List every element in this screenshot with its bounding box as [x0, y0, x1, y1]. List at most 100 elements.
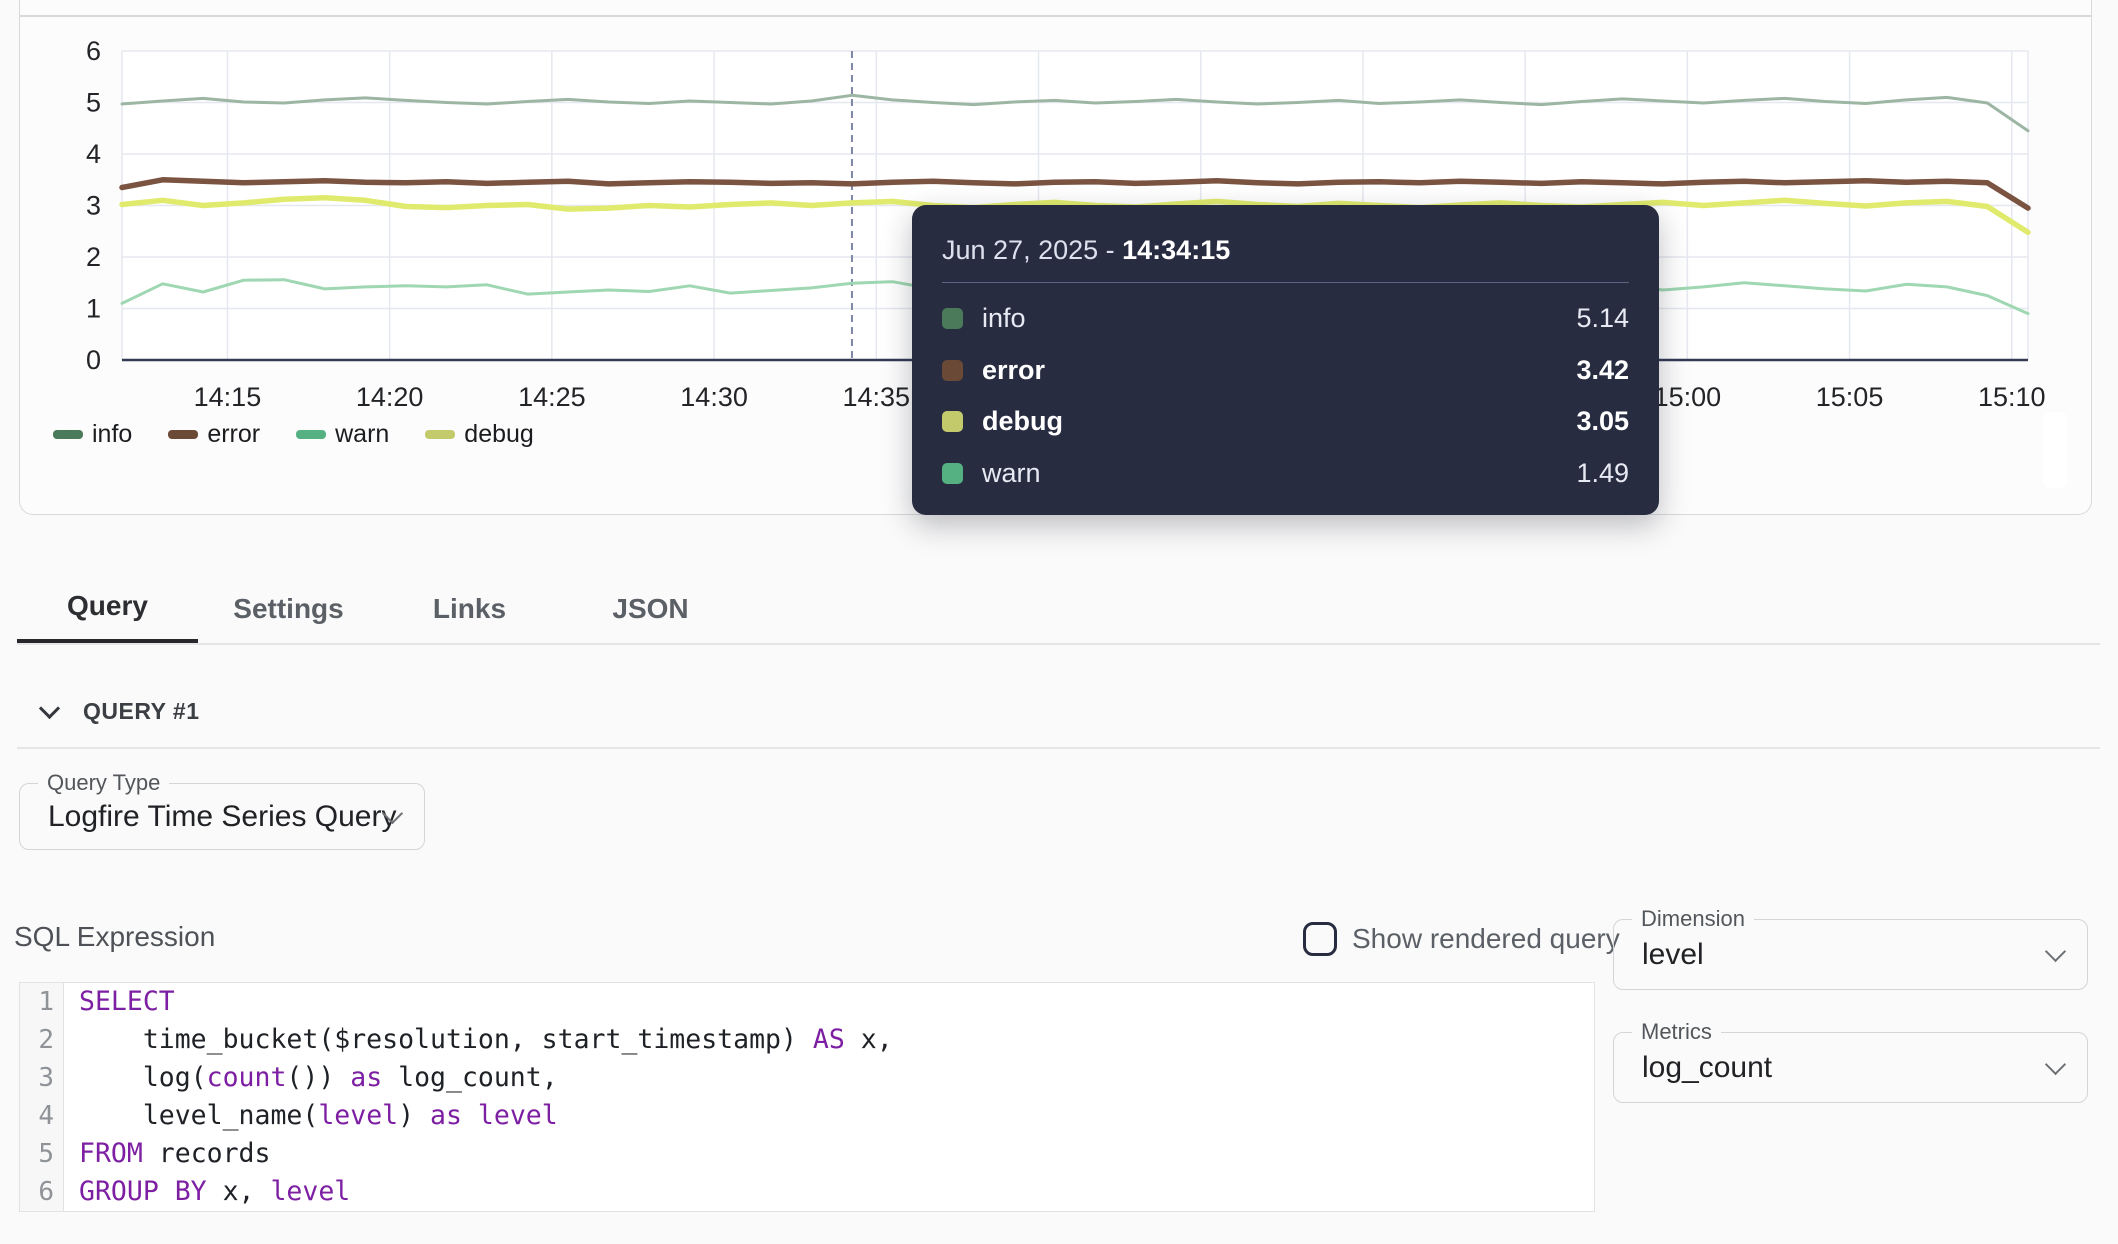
y-tick-label: 2 [86, 242, 101, 272]
code-line: SELECT [79, 983, 1594, 1021]
tooltip-rows: info5.14error3.42debug3.05warn1.49 [942, 293, 1629, 499]
code-line: level_name(level) as level [79, 1097, 1594, 1135]
tooltip-time: 14:34:15 [1122, 235, 1230, 265]
series-swatch-info [942, 308, 963, 329]
line-number-gutter: 123456 [20, 983, 64, 1211]
code-line: log(count()) as log_count, [79, 1059, 1594, 1097]
x-tick-label: 15:00 [1654, 382, 1722, 412]
metrics-label: Metrics [1632, 1020, 1721, 1044]
tooltip-divider [942, 282, 1629, 283]
tooltip-series-label: debug [982, 406, 1063, 437]
tab-settings[interactable]: Settings [198, 573, 379, 645]
line-number: 3 [20, 1059, 63, 1097]
legend-swatch-error [168, 430, 198, 439]
x-tick-label: 14:15 [194, 382, 262, 412]
tooltip-series-value: 1.49 [1576, 458, 1629, 489]
tooltip-series-label: info [982, 303, 1026, 334]
scrollbar-thumb[interactable] [2043, 412, 2067, 488]
sql-expression-label: SQL Expression [14, 921, 215, 953]
legend-item-info[interactable]: info [53, 420, 132, 449]
y-tick-label: 1 [86, 294, 101, 324]
sql-keyword: AS [813, 1024, 845, 1055]
legend-swatch-debug [425, 430, 455, 439]
sql-text: ) [398, 1100, 430, 1131]
metrics-value: log_count [1642, 1051, 1772, 1085]
chart-tooltip: Jun 27, 2025 - 14:34:15 info5.14 error 3.4… [912, 205, 1659, 515]
chart-legend: info error warn debug [53, 420, 534, 449]
tooltip-row-error: error 3.42 [942, 345, 1629, 397]
line-number: 4 [20, 1097, 63, 1135]
x-tick-label: 14:35 [843, 382, 911, 412]
metrics-select[interactable]: Metrics log_count [1613, 1032, 2088, 1103]
legend-item-error[interactable]: error [168, 420, 260, 449]
legend-label: error [207, 420, 260, 449]
sql-text: x, [207, 1176, 271, 1207]
x-tick-label: 14:30 [680, 382, 748, 412]
sql-keyword: level [318, 1100, 398, 1131]
tab-bar-divider [17, 643, 2100, 645]
tab-links[interactable]: Links [379, 573, 560, 645]
line-number: 6 [20, 1173, 63, 1211]
sql-keyword: level [270, 1176, 350, 1207]
sql-keyword: as [430, 1100, 462, 1131]
x-tick-label: 15:10 [1978, 382, 2046, 412]
legend-item-debug[interactable]: debug [425, 420, 534, 449]
tooltip-date: Jun 27, 2025 - [942, 235, 1122, 265]
query-type-label: Query Type [38, 771, 169, 795]
sql-text: log( [79, 1062, 207, 1093]
chevron-down-icon [2045, 1053, 2066, 1074]
sql-keyword: GROUP BY [79, 1176, 207, 1207]
legend-label: info [92, 420, 132, 449]
tab-bar: Query Settings Links JSON [17, 573, 741, 645]
sql-text: x, [845, 1024, 893, 1055]
legend-item-warn[interactable]: warn [296, 420, 389, 449]
y-tick-label: 3 [86, 191, 101, 221]
x-tick-label: 15:05 [1816, 382, 1884, 412]
query-section-title: QUERY #1 [83, 698, 200, 725]
dimension-value: level [1642, 938, 1704, 972]
code-area[interactable]: SELECT time_bucket($resolution, start_ti… [64, 983, 1594, 1211]
line-number: 1 [20, 983, 63, 1021]
line-number: 5 [20, 1135, 63, 1173]
sql-text: time_bucket($resolution, start_timestamp… [79, 1024, 813, 1055]
y-tick-label: 5 [86, 88, 101, 118]
sql-text: records [143, 1138, 271, 1169]
y-tick-label: 0 [86, 345, 101, 375]
chevron-down-icon [39, 697, 60, 718]
x-tick-label: 14:20 [356, 382, 424, 412]
dimension-select[interactable]: Dimension level [1613, 919, 2088, 990]
tooltip-timestamp: Jun 27, 2025 - 14:34:15 [942, 235, 1629, 266]
tab-query[interactable]: Query [17, 573, 198, 645]
code-line: FROM records [79, 1135, 1594, 1173]
sql-keyword: as [350, 1062, 382, 1093]
legend-swatch-warn [296, 430, 326, 439]
legend-label: debug [464, 420, 534, 449]
sql-text: ()) [286, 1062, 350, 1093]
series-swatch-warn [942, 463, 963, 484]
tab-json[interactable]: JSON [560, 573, 741, 645]
query-section-header[interactable]: QUERY #1 [42, 696, 200, 726]
sql-keyword: count [207, 1062, 287, 1093]
series-swatch-debug [942, 411, 963, 432]
sql-text: level_name( [79, 1100, 318, 1131]
tooltip-series-value: 3.42 [1576, 355, 1629, 386]
code-line: time_bucket($resolution, start_timestamp… [79, 1021, 1594, 1059]
sql-text [462, 1100, 478, 1131]
sql-code-editor[interactable]: 123456 SELECT time_bucket($resolution, s… [19, 982, 1595, 1212]
tooltip-series-label: error [982, 355, 1045, 386]
y-tick-label: 6 [86, 36, 101, 66]
query-type-select[interactable]: Query Type Logfire Time Series Query [19, 783, 425, 850]
legend-label: warn [335, 420, 389, 449]
section-divider [17, 747, 2100, 749]
sql-text: log_count, [382, 1062, 558, 1093]
show-rendered-query-checkbox[interactable] [1303, 922, 1337, 956]
series-swatch-error [942, 360, 963, 381]
tooltip-series-value: 3.05 [1576, 406, 1629, 437]
code-line: GROUP BY x, level [79, 1173, 1594, 1211]
sql-keyword: SELECT [79, 986, 175, 1017]
line-number: 2 [20, 1021, 63, 1059]
tooltip-row-info: info5.14 [942, 293, 1629, 345]
sql-keyword: level [478, 1100, 558, 1131]
x-tick-label: 14:25 [518, 382, 586, 412]
show-rendered-query-label[interactable]: Show rendered query [1352, 923, 1620, 955]
